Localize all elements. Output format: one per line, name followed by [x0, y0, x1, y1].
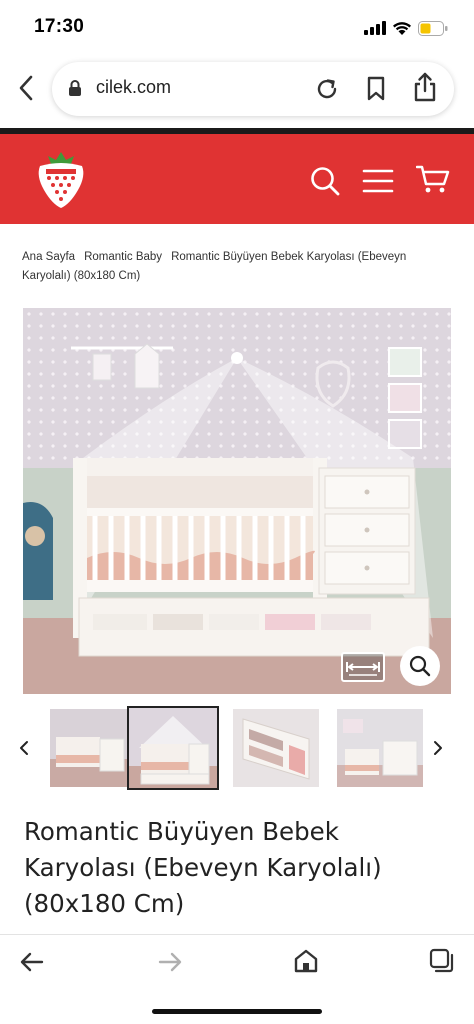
- share-icon: [414, 72, 436, 102]
- breadcrumb: Ana Sayfa Romantic Baby Romantic Büyüyen B…: [22, 248, 452, 286]
- tabs-icon: [429, 948, 454, 973]
- chevron-left-icon: [19, 75, 33, 101]
- strawberry-logo-icon[interactable]: [32, 146, 90, 212]
- status-time: 17:30: [34, 16, 85, 37]
- search-icon: [311, 167, 340, 196]
- header-cart-button[interactable]: [415, 164, 450, 194]
- url-field[interactable]: cilek.com: [52, 62, 454, 116]
- thumbnail-2[interactable]: [127, 706, 219, 790]
- product-title: Romantic Büyüyen Bebek Karyolası (Ebevey…: [24, 817, 382, 918]
- breadcrumb-category[interactable]: Romantic Baby: [84, 251, 162, 263]
- toolbar-home-button[interactable]: [292, 947, 320, 975]
- arrow-left-icon: [20, 952, 44, 972]
- header-menu-button[interactable]: [362, 168, 394, 194]
- arrow-right-icon: [158, 952, 182, 972]
- status-bar: 17:30: [0, 0, 474, 56]
- battery-icon: [418, 20, 448, 36]
- browser-back-button[interactable]: [12, 72, 40, 104]
- wifi-icon: [393, 21, 411, 35]
- home-icon: [294, 949, 318, 973]
- bookmark-icon: [367, 76, 385, 101]
- thumbnail-1[interactable]: [50, 709, 136, 787]
- reload-icon: [317, 79, 337, 99]
- home-indicator: [152, 1009, 322, 1014]
- signal-icon: [364, 21, 386, 35]
- chevron-right-icon: [434, 741, 442, 755]
- measure-button[interactable]: [341, 652, 385, 682]
- url-text: cilek.com: [96, 77, 172, 97]
- site-header: [0, 134, 474, 224]
- thumbnail-3[interactable]: [233, 709, 319, 787]
- hamburger-menu-icon: [362, 169, 394, 193]
- breadcrumb-current: Romantic Büyüyen Bebek Karyolası (Ebevey…: [22, 251, 407, 282]
- zoom-icon: [409, 655, 431, 677]
- browser-bottom-toolbar: [0, 934, 474, 1024]
- lock-icon: [69, 80, 81, 96]
- zoom-button[interactable]: [400, 646, 440, 686]
- toolbar-forward-button[interactable]: [156, 949, 184, 975]
- thumbnail-next-button[interactable]: [428, 738, 448, 758]
- header-search-button[interactable]: [310, 166, 340, 196]
- thumbnail-prev-button[interactable]: [14, 738, 34, 758]
- thumbnail-4[interactable]: [337, 709, 423, 787]
- bookmark-button[interactable]: [364, 76, 388, 102]
- crib-illustration: [23, 343, 433, 657]
- cart-icon: [415, 165, 450, 193]
- chevron-left-icon: [20, 741, 28, 755]
- status-icons: [364, 18, 448, 38]
- measure-icon: [346, 662, 380, 676]
- toolbar-tabs-button[interactable]: [428, 947, 456, 975]
- reload-button[interactable]: [314, 76, 340, 102]
- product-main-image[interactable]: [23, 308, 451, 694]
- toolbar-back-button[interactable]: [18, 949, 46, 975]
- breadcrumb-home[interactable]: Ana Sayfa: [22, 251, 75, 263]
- thumbnail-strip: [0, 704, 474, 792]
- share-button[interactable]: [412, 72, 438, 102]
- browser-address-bar: cilek.com: [0, 56, 474, 128]
